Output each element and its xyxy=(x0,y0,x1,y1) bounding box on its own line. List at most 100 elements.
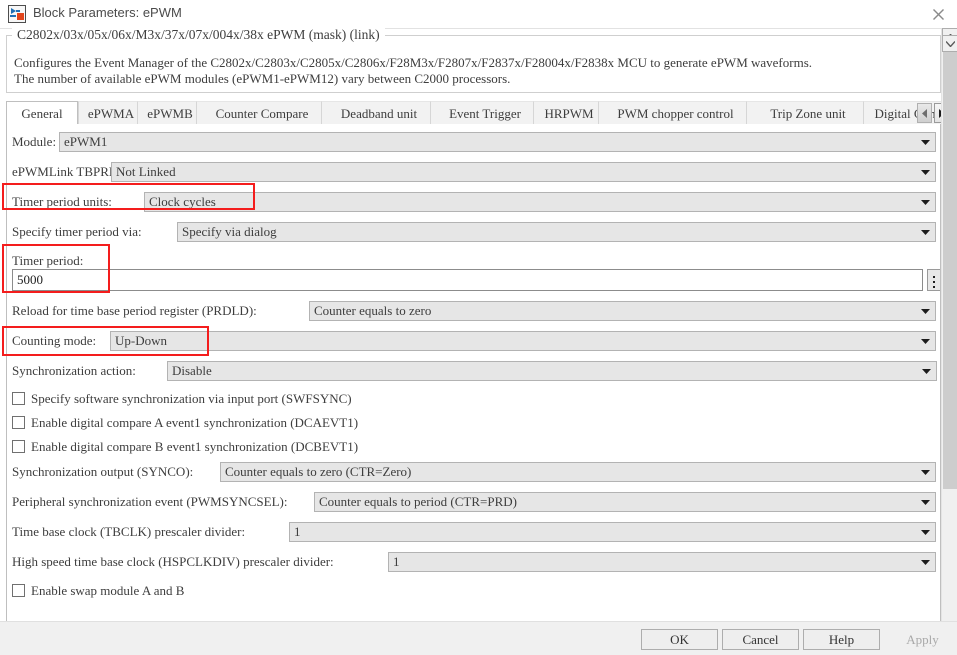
field-prdld: Reload for time base period register (PR… xyxy=(7,301,936,321)
hspclkdiv-label: High speed time base clock (HSPCLKDIV) p… xyxy=(12,554,334,569)
pwmsyncsel-value: Counter equals to period (CTR=PRD) xyxy=(319,494,517,509)
field-tbclk: Time base clock (TBCLK) prescaler divide… xyxy=(7,522,936,542)
field-timer-period-units: Timer period units: Clock cycles xyxy=(7,192,936,212)
hspclkdiv-dropdown[interactable]: 1 xyxy=(388,552,936,572)
field-swap-module[interactable]: Enable swap module A and B xyxy=(12,582,412,602)
tab-scroll-right-button[interactable] xyxy=(934,103,941,123)
field-dcbevt1[interactable]: Enable digital compare B event1 synchron… xyxy=(12,438,712,458)
synco-value: Counter equals to zero (CTR=Zero) xyxy=(225,464,412,479)
epwmlink-tbprd-label: ePWMLink TBPRD xyxy=(12,164,119,179)
dialog-footer: OK Cancel Help Apply xyxy=(0,621,957,655)
chevron-down-icon xyxy=(915,163,935,181)
field-synco: Synchronization output (SYNCO): Counter … xyxy=(7,462,936,482)
prdld-label: Reload for time base period register (PR… xyxy=(12,303,257,318)
timer-period-units-value: Clock cycles xyxy=(149,194,216,209)
chevron-down-icon[interactable] xyxy=(942,35,957,52)
dcbevt1-label: Enable digital compare B event1 synchron… xyxy=(31,439,359,454)
counting-mode-value: Up-Down xyxy=(115,333,167,348)
counting-mode-label: Counting mode: xyxy=(12,333,97,348)
field-sync-action: Synchronization action: Disable xyxy=(7,361,937,381)
dcbevt1-checkbox[interactable] xyxy=(12,440,25,453)
general-tab-panel: Module: ePWM1 ePWMLink TBPRD Not Linked … xyxy=(6,124,941,622)
counting-mode-dropdown[interactable]: Up-Down xyxy=(110,331,936,351)
epwmlink-tbprd-dropdown[interactable]: Not Linked xyxy=(111,162,936,182)
vertical-scrollbar[interactable] xyxy=(941,28,957,622)
ok-button[interactable]: OK xyxy=(641,629,718,650)
mask-group-legend: C2802x/03x/05x/06x/M3x/37x/07x/004x/38x … xyxy=(12,28,385,42)
sync-action-label: Synchronization action: xyxy=(12,363,136,378)
timer-period-units-label: Timer period units: xyxy=(12,194,112,209)
tab-epwmb[interactable]: ePWMB xyxy=(137,101,203,124)
specify-timer-period-via-dropdown[interactable]: Specify via dialog xyxy=(177,222,936,242)
timer-period-input[interactable]: 5000 xyxy=(12,269,923,291)
tab-counter-compare[interactable]: Counter Compare xyxy=(196,101,328,124)
swfsync-checkbox[interactable] xyxy=(12,392,25,405)
tab-general[interactable]: General xyxy=(6,101,78,124)
title-bar: Block Parameters: ePWM xyxy=(0,0,957,29)
pwmsyncsel-dropdown[interactable]: Counter equals to period (CTR=PRD) xyxy=(314,492,936,512)
block-parameters-dialog: Block Parameters: ePWM C2802x/03x/05x/06… xyxy=(0,0,957,655)
prdld-value: Counter equals to zero xyxy=(314,303,432,318)
swap-module-checkbox[interactable] xyxy=(12,584,25,597)
chevron-down-icon xyxy=(915,193,935,211)
scrollbar-thumb[interactable] xyxy=(943,45,957,489)
field-counting-mode: Counting mode: Up-Down xyxy=(7,331,936,351)
window-title: Block Parameters: ePWM xyxy=(33,5,182,20)
tab-trip-zone-unit[interactable]: Trip Zone unit xyxy=(746,101,870,124)
field-specify-timer-period-via: Specify timer period via: Specify via di… xyxy=(7,222,936,242)
hspclkdiv-value: 1 xyxy=(393,554,400,569)
sync-action-dropdown[interactable]: Disable xyxy=(167,361,937,381)
tab-epwma[interactable]: ePWMA xyxy=(78,101,144,124)
timer-period-label-row: Timer period: xyxy=(7,251,936,271)
chevron-down-icon xyxy=(915,463,935,481)
tbclk-value: 1 xyxy=(294,524,301,539)
help-button[interactable]: Help xyxy=(803,629,880,650)
chevron-down-icon xyxy=(915,553,935,571)
field-epwmlink-tbprd: ePWMLink TBPRD Not Linked xyxy=(7,162,936,182)
tab-deadband-unit[interactable]: Deadband unit xyxy=(321,101,437,124)
chevron-down-icon xyxy=(915,302,935,320)
field-swfsync[interactable]: Specify software synchronization via inp… xyxy=(12,390,712,410)
swap-module-label: Enable swap module A and B xyxy=(31,583,185,598)
synco-dropdown[interactable]: Counter equals to zero (CTR=Zero) xyxy=(220,462,936,482)
tab-pwm-chopper-control[interactable]: PWM chopper control xyxy=(598,101,753,124)
simulink-block-icon xyxy=(8,5,26,23)
swfsync-label: Specify software synchronization via inp… xyxy=(31,391,352,406)
module-label: Module: xyxy=(12,134,57,149)
tab-scroll-left-button[interactable] xyxy=(917,103,932,123)
close-icon[interactable] xyxy=(927,4,949,24)
chevron-down-icon xyxy=(915,332,935,350)
epwmlink-tbprd-value: Not Linked xyxy=(116,164,176,179)
tbclk-label: Time base clock (TBCLK) prescaler divide… xyxy=(12,524,246,539)
prdld-dropdown[interactable]: Counter equals to zero xyxy=(309,301,936,321)
vertical-dots-icon[interactable] xyxy=(927,269,940,291)
specify-timer-period-via-value: Specify via dialog xyxy=(182,224,277,239)
field-pwmsyncsel: Peripheral synchronization event (PWMSYN… xyxy=(7,492,936,512)
cancel-button[interactable]: Cancel xyxy=(722,629,799,650)
tab-event-trigger[interactable]: Event Trigger xyxy=(430,101,540,124)
chevron-down-icon xyxy=(915,223,935,241)
mask-description-line-2: The number of available ePWM modules (eP… xyxy=(14,71,511,86)
chevron-down-icon xyxy=(915,493,935,511)
timer-period-units-dropdown[interactable]: Clock cycles xyxy=(144,192,936,212)
chevron-down-icon xyxy=(916,362,936,380)
pwmsyncsel-label: Peripheral synchronization event (PWMSYN… xyxy=(12,494,288,509)
tbclk-dropdown[interactable]: 1 xyxy=(289,522,936,542)
mask-description-line-1: Configures the Event Manager of the C280… xyxy=(14,55,813,70)
dcaevt1-checkbox[interactable] xyxy=(12,416,25,429)
timer-period-label: Timer period: xyxy=(12,253,84,268)
field-dcaevt1[interactable]: Enable digital compare A event1 synchron… xyxy=(12,414,712,434)
field-module: Module: ePWM1 xyxy=(7,132,936,152)
module-value: ePWM1 xyxy=(64,134,108,149)
module-dropdown[interactable]: ePWM1 xyxy=(59,132,936,152)
chevron-down-icon xyxy=(915,523,935,541)
dcaevt1-label: Enable digital compare A event1 synchron… xyxy=(31,415,359,430)
sync-action-value: Disable xyxy=(172,363,212,378)
tab-strip: General ePWMA ePWMB Counter Compare Dead… xyxy=(6,101,941,125)
tab-hrpwm[interactable]: HRPWM xyxy=(533,101,605,124)
apply-button: Apply xyxy=(884,629,957,650)
field-timer-period: 5000 xyxy=(7,269,940,293)
chevron-down-icon xyxy=(915,133,935,151)
dots-glyph xyxy=(928,273,940,291)
specify-timer-period-via-label: Specify timer period via: xyxy=(12,224,142,239)
